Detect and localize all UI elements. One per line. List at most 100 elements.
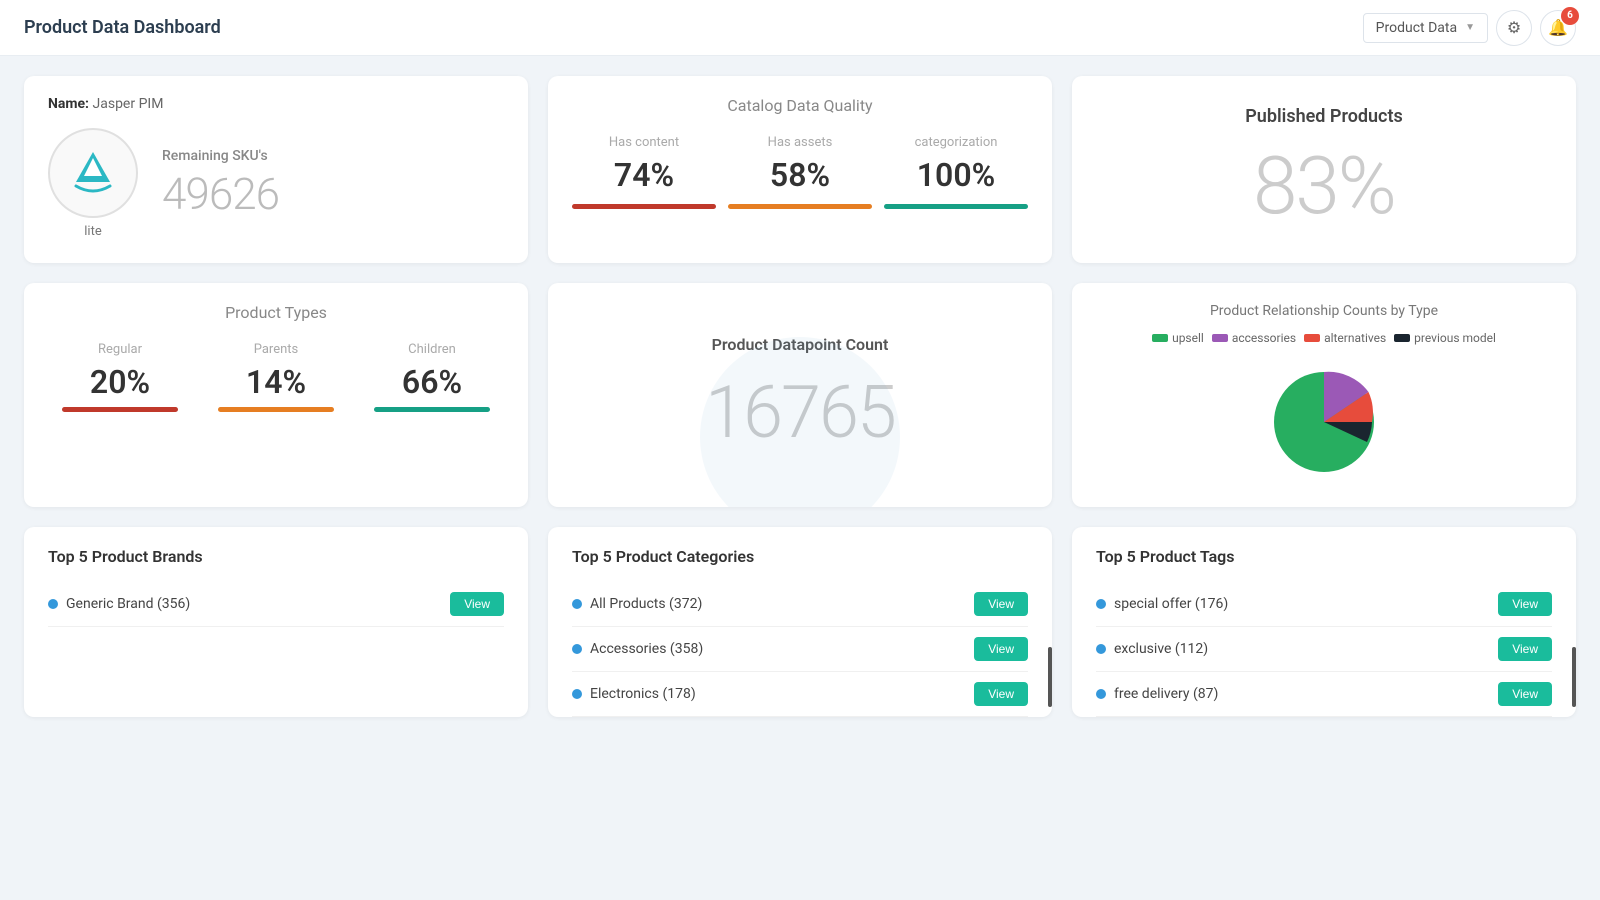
tag-dot <box>1096 689 1106 699</box>
brand-dot <box>48 599 58 609</box>
brands-card: Top 5 Product Brands Generic Brand (356)… <box>24 527 528 717</box>
metric-label: Has content <box>609 135 679 150</box>
type-label: Regular <box>98 342 142 357</box>
list-item: special offer (176) View <box>1096 582 1552 627</box>
legend: upsell accessories alternatives previous… <box>1096 331 1552 345</box>
list-item: All Products (372) View <box>572 582 1028 627</box>
legend-upsell-label: upsell <box>1172 331 1204 345</box>
sku-info: Remaining SKU's 49626 <box>162 148 279 220</box>
view-button[interactable]: View <box>1498 592 1552 616</box>
legend-previous-model: previous model <box>1394 331 1496 345</box>
tag-name: special offer (176) <box>1114 596 1228 612</box>
logo-label: lite <box>84 224 101 239</box>
product-data-selector[interactable]: Product Data ▼ <box>1363 13 1488 43</box>
type-label: Parents <box>254 342 299 357</box>
list-item: exclusive (112) View <box>1096 627 1552 672</box>
header: Product Data Dashboard Product Data ▼ ⚙ … <box>0 0 1600 56</box>
type-regular: Regular 20% <box>48 342 192 412</box>
list-item: Accessories (358) View <box>572 627 1028 672</box>
view-button[interactable]: View <box>974 682 1028 706</box>
tag-label: exclusive (112) <box>1096 641 1208 657</box>
view-button[interactable]: View <box>1498 682 1552 706</box>
jasper-logo-icon <box>66 144 120 202</box>
type-bar <box>218 407 333 412</box>
jasper-pim-card: Name: Jasper PIM <box>24 76 528 263</box>
metric-bar <box>728 204 872 209</box>
notification-badge: 6 <box>1561 7 1579 25</box>
tag-dot <box>1096 599 1106 609</box>
metric-bar <box>572 204 716 209</box>
tag-label: free delivery (87) <box>1096 686 1218 702</box>
category-name: Accessories (358) <box>590 641 703 657</box>
catalog-quality-card: Catalog Data Quality Has content 74% Has… <box>548 76 1052 263</box>
types-metrics: Regular 20% Parents 14% Children 66% <box>48 342 504 412</box>
category-label: Electronics (178) <box>572 686 696 702</box>
type-value: 14% <box>246 363 306 401</box>
category-name: Electronics (178) <box>590 686 696 702</box>
pie-chart-container <box>1096 357 1552 487</box>
legend-accessories: accessories <box>1212 331 1296 345</box>
category-label: All Products (372) <box>572 596 702 612</box>
category-label: Accessories (358) <box>572 641 703 657</box>
notifications-button[interactable]: 🔔 6 <box>1540 10 1576 46</box>
categories-title: Top 5 Product Categories <box>572 547 1028 566</box>
view-button[interactable]: View <box>974 592 1028 616</box>
scrollbar[interactable] <box>1048 647 1052 707</box>
previous-model-color <box>1394 334 1410 342</box>
logo-circle <box>48 128 138 218</box>
legend-accessories-label: accessories <box>1232 331 1296 345</box>
brands-title: Top 5 Product Brands <box>48 547 504 566</box>
alternatives-color <box>1304 334 1320 342</box>
sku-label: Remaining SKU's <box>162 148 279 164</box>
metric-value: 100% <box>917 156 995 194</box>
tag-name: free delivery (87) <box>1114 686 1218 702</box>
scrollbar[interactable] <box>1572 647 1576 707</box>
type-value: 20% <box>90 363 150 401</box>
type-bar <box>62 407 177 412</box>
type-value: 66% <box>402 363 462 401</box>
header-controls: Product Data ▼ ⚙ 🔔 6 <box>1363 10 1576 46</box>
jasper-name-label: Name: Jasper PIM <box>48 96 504 112</box>
published-title: Published Products <box>1245 106 1403 127</box>
datapoint-bg-circle <box>700 337 900 507</box>
legend-alternatives-label: alternatives <box>1324 331 1386 345</box>
type-bar <box>374 407 489 412</box>
relationship-card: Product Relationship Counts by Type upse… <box>1072 283 1576 507</box>
metric-value: 74% <box>614 156 674 194</box>
category-name: All Products (372) <box>590 596 702 612</box>
jasper-content: lite Remaining SKU's 49626 <box>48 128 504 239</box>
tag-dot <box>1096 644 1106 654</box>
type-parents: Parents 14% <box>204 342 348 412</box>
datapoint-count-card: Product Datapoint Count 16765 <box>548 283 1052 507</box>
category-dot <box>572 689 582 699</box>
accessories-color <box>1212 334 1228 342</box>
legend-alternatives: alternatives <box>1304 331 1386 345</box>
tag-name: exclusive (112) <box>1114 641 1208 657</box>
metric-has-content: Has content 74% <box>572 135 716 209</box>
metric-categorization: categorization 100% <box>884 135 1028 209</box>
pie-chart <box>1259 357 1389 487</box>
type-label: Children <box>408 342 456 357</box>
tags-card: Top 5 Product Tags special offer (176) V… <box>1072 527 1576 717</box>
settings-button[interactable]: ⚙ <box>1496 10 1532 46</box>
dashboard-grid: Name: Jasper PIM <box>0 56 1600 737</box>
metric-bar <box>884 204 1028 209</box>
gear-icon: ⚙ <box>1507 18 1521 37</box>
upsell-color <box>1152 334 1168 342</box>
brand-item-label: Generic Brand (356) <box>48 596 190 612</box>
sku-value: 49626 <box>162 168 279 220</box>
view-button[interactable]: View <box>450 592 504 616</box>
legend-upsell: upsell <box>1152 331 1204 345</box>
published-products-card: Published Products 83% <box>1072 76 1576 263</box>
catalog-metrics: Has content 74% Has assets 58% categoriz… <box>572 135 1028 209</box>
selector-label: Product Data <box>1376 20 1457 36</box>
metric-label: categorization <box>915 135 998 150</box>
tag-label: special offer (176) <box>1096 596 1228 612</box>
view-button[interactable]: View <box>1498 637 1552 661</box>
chevron-down-icon: ▼ <box>1465 22 1475 33</box>
brand-name: Generic Brand (356) <box>66 596 190 612</box>
category-dot <box>572 644 582 654</box>
relationship-title: Product Relationship Counts by Type <box>1096 303 1552 319</box>
list-item: free delivery (87) View <box>1096 672 1552 717</box>
view-button[interactable]: View <box>974 637 1028 661</box>
